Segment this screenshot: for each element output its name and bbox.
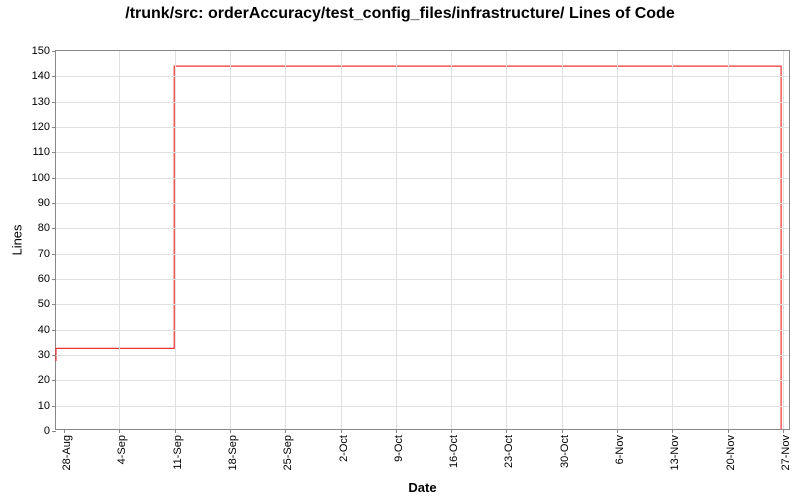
x-tick-label: 23-Oct [503, 435, 515, 468]
x-tick-label: 4-Sep [116, 435, 128, 464]
x-tick-mark [285, 429, 286, 433]
x-axis-label: Date [408, 480, 436, 495]
x-tick-mark [119, 429, 120, 433]
x-tick-mark [451, 429, 452, 433]
y-grid-line [56, 279, 789, 280]
x-tick-mark [728, 429, 729, 433]
y-tick-label: 0 [44, 425, 56, 437]
y-grid-line [56, 127, 789, 128]
x-grid-line [783, 51, 784, 429]
x-tick-mark [562, 429, 563, 433]
x-tick-mark [230, 429, 231, 433]
y-tick-label: 60 [38, 273, 56, 285]
y-tick-label: 70 [38, 248, 56, 260]
y-grid-line [56, 380, 789, 381]
x-grid-line [341, 51, 342, 429]
x-grid-line [562, 51, 563, 429]
x-tick-label: 18-Sep [227, 435, 239, 470]
y-grid-line [56, 330, 789, 331]
x-tick-mark [64, 429, 65, 433]
x-grid-line [396, 51, 397, 429]
y-tick-label: 140 [32, 70, 56, 82]
x-tick-mark [783, 429, 784, 433]
y-tick-label: 110 [32, 146, 56, 158]
x-tick-label: 16-Oct [448, 435, 460, 468]
y-tick-label: 30 [38, 349, 56, 361]
x-grid-line [230, 51, 231, 429]
x-tick-label: 13-Nov [669, 435, 681, 470]
x-tick-mark [396, 429, 397, 433]
data-line [56, 51, 789, 429]
x-grid-line [285, 51, 286, 429]
y-grid-line [56, 178, 789, 179]
x-tick-label: 6-Nov [614, 435, 626, 464]
y-grid-line [56, 228, 789, 229]
y-tick-label: 120 [32, 121, 56, 133]
y-tick-label: 20 [38, 374, 56, 386]
x-grid-line [617, 51, 618, 429]
x-grid-line [672, 51, 673, 429]
x-grid-line [175, 51, 176, 429]
y-tick-label: 90 [38, 197, 56, 209]
y-axis-label: Lines [10, 224, 25, 255]
x-grid-line [506, 51, 507, 429]
x-tick-label: 27-Nov [780, 435, 792, 470]
y-tick-label: 130 [32, 96, 56, 108]
x-tick-label: 30-Oct [559, 435, 571, 468]
plot-area: 010203040506070809010011012013014015028-… [55, 50, 790, 430]
y-tick-label: 150 [32, 45, 56, 57]
y-grid-line [56, 76, 789, 77]
x-tick-label: 2-Oct [338, 435, 350, 462]
y-tick-label: 10 [38, 400, 56, 412]
y-grid-line [56, 203, 789, 204]
y-tick-label: 100 [32, 172, 56, 184]
x-grid-line [451, 51, 452, 429]
y-tick-label: 50 [38, 298, 56, 310]
y-grid-line [56, 254, 789, 255]
x-tick-label: 11-Sep [172, 435, 184, 470]
x-tick-mark [175, 429, 176, 433]
x-tick-label: 20-Nov [725, 435, 737, 470]
x-tick-label: 28-Aug [61, 435, 73, 470]
x-tick-label: 9-Oct [393, 435, 405, 462]
x-tick-mark [506, 429, 507, 433]
y-grid-line [56, 102, 789, 103]
y-grid-line [56, 406, 789, 407]
loc-chart: /trunk/src: orderAccuracy/test_config_fi… [0, 0, 800, 500]
x-grid-line [119, 51, 120, 429]
x-tick-mark [672, 429, 673, 433]
y-grid-line [56, 152, 789, 153]
x-grid-line [728, 51, 729, 429]
x-tick-label: 25-Sep [282, 435, 294, 470]
x-tick-mark [617, 429, 618, 433]
y-tick-label: 40 [38, 324, 56, 336]
x-tick-mark [341, 429, 342, 433]
chart-title: /trunk/src: orderAccuracy/test_config_fi… [0, 4, 800, 24]
y-tick-label: 80 [38, 222, 56, 234]
y-grid-line [56, 355, 789, 356]
y-grid-line [56, 304, 789, 305]
